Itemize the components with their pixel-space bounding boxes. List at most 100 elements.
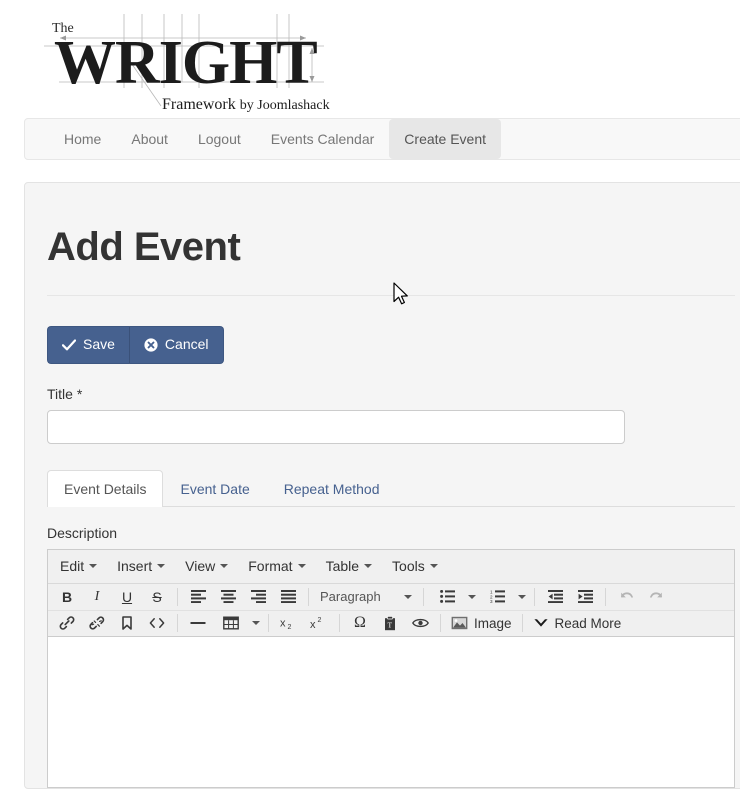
align-center-button[interactable] (213, 586, 243, 608)
menu-edit-label: Edit (60, 558, 85, 575)
horizontal-rule-button[interactable] (183, 612, 213, 634)
toolbar-separator (308, 587, 309, 606)
action-button-group: Save Cancel (47, 326, 224, 364)
undo-button[interactable] (611, 586, 641, 608)
rich-text-editor: Edit Insert View Format Table Tools B I … (47, 548, 735, 788)
italic-button[interactable]: I (82, 586, 112, 608)
nav-item-create-event[interactable]: Create Event (389, 119, 502, 159)
menu-table[interactable]: Table (316, 553, 382, 579)
title-input[interactable] (47, 409, 625, 444)
subscript-button[interactable]: x 2 (274, 612, 304, 634)
underline-button[interactable]: U (112, 586, 142, 608)
image-icon (451, 616, 468, 630)
menu-edit[interactable]: Edit (50, 553, 107, 579)
anchor-icon[interactable] (112, 612, 142, 634)
align-right-button[interactable] (243, 586, 273, 608)
chevron-down-icon[interactable] (252, 621, 260, 626)
editor-content-area[interactable] (48, 636, 734, 787)
svg-text:x: x (280, 618, 286, 630)
unlink-button[interactable] (82, 612, 112, 634)
nav-item-events-calendar[interactable]: Events Calendar (256, 119, 390, 159)
bullet-list-icon[interactable] (432, 586, 462, 608)
menu-insert[interactable]: Insert (107, 553, 175, 579)
site-header: The WRIGHT Framework by Joomlashack (0, 0, 740, 118)
table-icon[interactable] (216, 612, 246, 634)
cancel-button[interactable]: Cancel (128, 326, 224, 364)
numbered-list-icon[interactable]: 1 2 3 (482, 586, 512, 608)
source-code-button[interactable] (142, 612, 172, 634)
tab-repeat-method[interactable]: Repeat Method (267, 470, 397, 507)
menu-tools[interactable]: Tools (382, 553, 448, 579)
menu-tools-label: Tools (392, 558, 425, 575)
align-justify-button[interactable] (273, 586, 303, 608)
chevron-down-icon (533, 617, 549, 629)
insert-image-button[interactable]: Image (446, 612, 517, 634)
read-more-label: Read More (554, 615, 622, 631)
strikethrough-button[interactable]: S (142, 586, 172, 608)
bold-button[interactable]: B (52, 586, 82, 608)
table-split-button[interactable] (213, 612, 263, 634)
toolbar-separator (177, 587, 178, 606)
logo-subtext: Framework by Joomlashack (162, 96, 330, 113)
site-logo[interactable]: The WRIGHT Framework by Joomlashack (24, 10, 344, 114)
save-button-label: Save (83, 336, 115, 352)
editor-menubar: Edit Insert View Format Table Tools (48, 549, 734, 584)
superscript-button[interactable]: x 2 (304, 612, 334, 634)
menu-insert-label: Insert (117, 558, 153, 575)
page-title: Add Event (47, 225, 241, 269)
chevron-down-icon (89, 564, 98, 569)
special-character-icon[interactable]: Ω (345, 612, 375, 634)
wright-framework-logo-graphic: The WRIGHT Framework by Joomlashack (44, 14, 330, 113)
redo-button[interactable] (641, 586, 671, 608)
chevron-down-icon (429, 564, 438, 569)
nav-item-home[interactable]: Home (49, 119, 116, 159)
paste-as-text-icon[interactable]: T (375, 612, 405, 634)
chevron-down-icon (157, 564, 166, 569)
toolbar-separator (268, 614, 269, 633)
insert-image-label: Image (474, 615, 512, 631)
save-button[interactable]: Save (47, 326, 129, 364)
chevron-down-icon (404, 594, 412, 599)
main-navigation: Home About Logout Events Calendar Create… (24, 118, 740, 160)
title-field-label: Title * (47, 385, 83, 402)
check-icon (62, 339, 76, 351)
tab-event-details[interactable]: Event Details (47, 469, 164, 507)
chevron-down-icon[interactable] (518, 594, 526, 599)
chevron-down-icon (364, 564, 373, 569)
tab-event-date[interactable]: Event Date (163, 470, 266, 507)
title-divider (47, 295, 735, 296)
description-label: Description (47, 524, 118, 541)
editor-toolbar-row-2: x 2 x 2 Ω T Image Read More (48, 609, 734, 637)
toolbar-separator (423, 587, 424, 606)
align-left-button[interactable] (183, 586, 213, 608)
insert-link-button[interactable] (52, 612, 82, 634)
format-select[interactable]: Paragraph (314, 586, 418, 608)
nav-item-about[interactable]: About (116, 119, 183, 159)
toolbar-separator (605, 587, 606, 606)
svg-text:2: 2 (288, 624, 292, 630)
indent-button[interactable] (570, 586, 600, 608)
bullet-list-split-button[interactable] (429, 586, 479, 608)
chevron-down-icon[interactable] (468, 594, 476, 599)
toolbar-separator (177, 614, 178, 633)
outdent-button[interactable] (540, 586, 570, 608)
chevron-down-icon (297, 564, 306, 569)
svg-text:2: 2 (318, 617, 322, 624)
menu-format[interactable]: Format (238, 553, 315, 579)
editor-toolbar-row-1: B I U S Paragraph 1 2 3 (48, 583, 734, 610)
toolbar-separator (339, 614, 340, 633)
preview-eye-icon[interactable] (405, 612, 435, 634)
format-select-label: Paragraph (320, 589, 381, 605)
menu-table-label: Table (325, 558, 360, 575)
nav-item-logout[interactable]: Logout (183, 119, 256, 159)
numbered-list-split-button[interactable]: 1 2 3 (479, 586, 529, 608)
svg-text:x: x (310, 619, 316, 630)
svg-text:T: T (388, 620, 393, 629)
circle-x-icon (144, 338, 158, 352)
toolbar-separator (440, 614, 441, 633)
toolbar-separator (534, 587, 535, 606)
menu-view[interactable]: View (175, 553, 238, 579)
svg-text:3: 3 (490, 599, 493, 603)
read-more-button[interactable]: Read More (528, 612, 627, 634)
content-panel: Add Event Save Cancel Title * Event Deta… (24, 182, 740, 789)
